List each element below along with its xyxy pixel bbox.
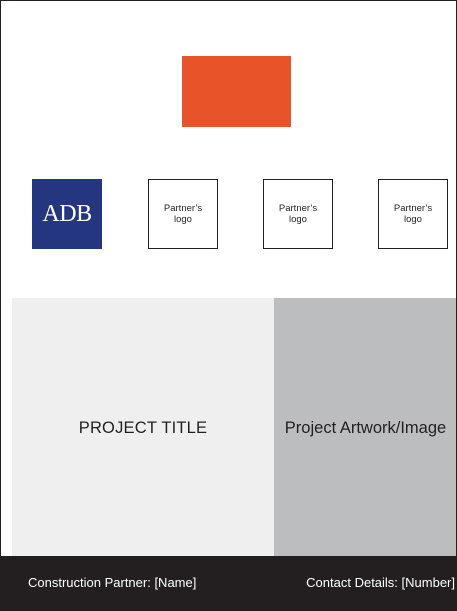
project-artwork-label: Project Artwork/Image <box>284 418 447 437</box>
project-artwork-panel: Project Artwork/Image <box>274 298 456 558</box>
partner-logo-placeholder-2: Partner’s logo <box>263 179 333 249</box>
partner-logo-label: Partner’s logo <box>163 203 203 225</box>
signboard-page: ADB Partner’s logo Partner’s logo Partne… <box>0 0 457 611</box>
accent-color-block <box>182 56 291 127</box>
contact-details-text: Contact Details: [Number] <box>306 575 455 590</box>
adb-logo: ADB <box>32 179 102 249</box>
project-title-panel: PROJECT TITLE <box>12 298 274 558</box>
partner-logo-placeholder-3: Partner’s logo <box>378 179 448 249</box>
partner-logo-label: Partner’s logo <box>393 203 433 225</box>
project-title: PROJECT TITLE <box>78 418 208 437</box>
construction-partner-text: Construction Partner: [Name] <box>28 575 197 590</box>
partner-logo-label: Partner’s logo <box>278 203 318 225</box>
adb-logo-text: ADB <box>42 200 92 227</box>
footer-bar: Construction Partner: [Name] Contact Det… <box>1 556 456 610</box>
partner-logo-placeholder-1: Partner’s logo <box>148 179 218 249</box>
